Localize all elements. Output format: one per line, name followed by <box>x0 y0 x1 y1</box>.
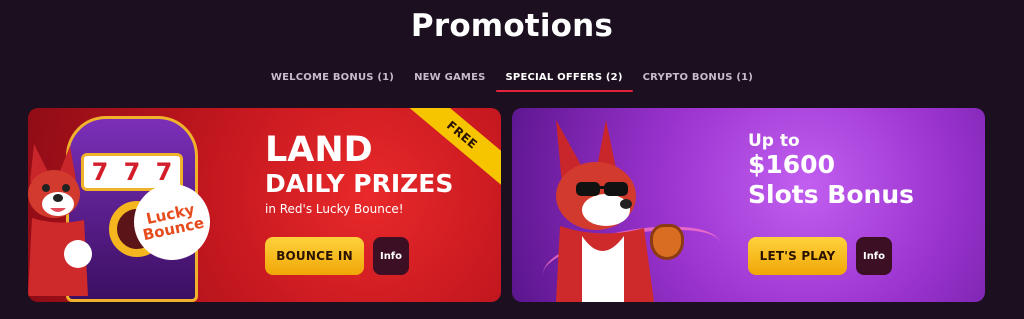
sunglasses-dog-mascot-icon <box>556 120 654 302</box>
card-headline: LAND <box>265 130 373 170</box>
page-title: Promotions <box>410 8 614 44</box>
bonus-title: Slots Bonus <box>748 180 914 209</box>
money-bag-icon <box>650 224 684 260</box>
slot-symbol: 7 <box>155 158 173 186</box>
promo-tabs: WELCOME BONUS (1) NEW GAMES SPECIAL OFFE… <box>0 72 1024 92</box>
tab-crypto-bonus[interactable]: CRYPTO BONUS (1) <box>633 72 763 91</box>
bounce-in-button[interactable]: BOUNCE IN <box>265 237 364 275</box>
slot-symbol: 7 <box>123 158 141 186</box>
promo-card-lucky-bounce[interactable]: 7 7 7 Lucky Bounce FREE LAND DAILY PRIZE… <box>28 108 501 302</box>
card-1-text: LAND DAILY PRIZES in Red's Lucky Bounce! <box>265 132 453 216</box>
bonus-amount: $1600 <box>748 150 835 179</box>
info-button[interactable]: Info <box>373 237 409 275</box>
promo-card-slots-bonus[interactable]: Up to $1600 Slots Bonus LET'S PLAY Info <box>512 108 985 302</box>
bonus-prefix: Up to <box>748 131 800 151</box>
tab-new-games[interactable]: NEW GAMES <box>404 72 495 91</box>
card-subheadline: DAILY PRIZES <box>265 169 454 198</box>
lets-play-button[interactable]: LET'S PLAY <box>748 237 847 275</box>
info-button[interactable]: Info <box>856 237 892 275</box>
card-caption: in Red's Lucky Bounce! <box>265 202 404 216</box>
tab-special-offers[interactable]: SPECIAL OFFERS (2) <box>495 72 633 92</box>
dog-mascot-icon <box>28 144 92 296</box>
card-2-text: Up to $1600 Slots Bonus <box>748 132 914 210</box>
tab-welcome-bonus[interactable]: WELCOME BONUS (1) <box>261 72 404 91</box>
